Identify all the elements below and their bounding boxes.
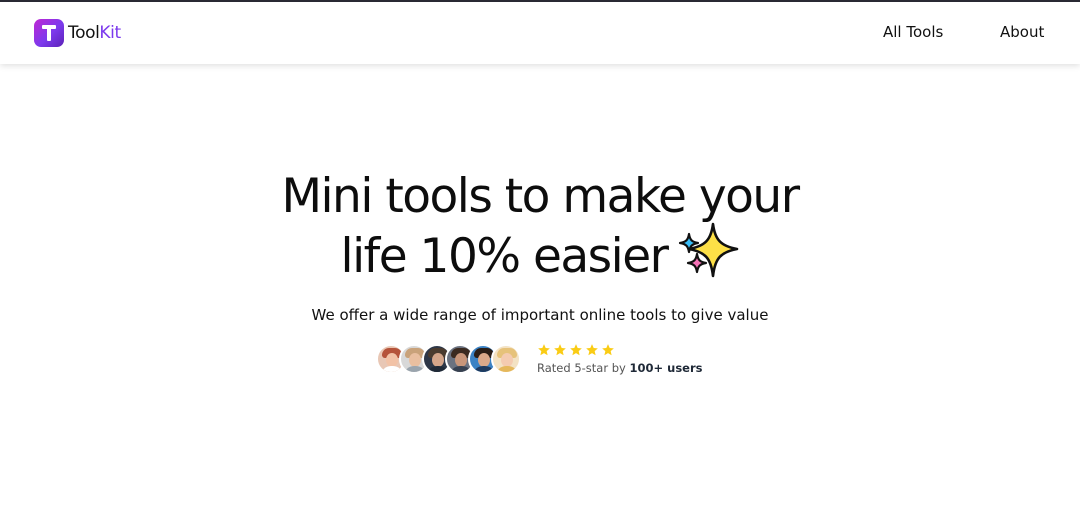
rating-text-prefix: Rated 5-star by bbox=[537, 361, 630, 375]
sparkles-icon bbox=[677, 222, 739, 290]
hero-title-line-2-wrap: life 10% easier bbox=[0, 222, 1080, 290]
star-icon bbox=[554, 344, 566, 356]
social-proof: Rated 5-star by 100+ users bbox=[376, 342, 702, 375]
rating-text-highlight: 100+ users bbox=[629, 361, 703, 375]
star-icon bbox=[602, 344, 614, 356]
five-star-rating bbox=[537, 342, 702, 358]
nav-about-link[interactable]: About bbox=[1000, 23, 1044, 41]
brand-logo-link[interactable]: ToolKit bbox=[34, 19, 121, 47]
user-avatars bbox=[376, 343, 521, 374]
site-header: ToolKit All Tools About bbox=[0, 2, 1080, 64]
star-icon bbox=[570, 344, 582, 356]
rating-text: Rated 5-star by 100+ users bbox=[537, 361, 702, 375]
user-avatar bbox=[491, 343, 521, 374]
brand-name-kit: Kit bbox=[99, 23, 121, 43]
brand-name-tool: Tool bbox=[68, 23, 100, 43]
rating: Rated 5-star by 100+ users bbox=[537, 342, 702, 375]
toolkit-logo-icon bbox=[34, 19, 64, 47]
hero-title: Mini tools to make your life 10% easier bbox=[0, 172, 1080, 290]
star-icon bbox=[538, 344, 550, 356]
star-icon bbox=[586, 344, 598, 356]
hero-title-line-1: Mini tools to make your bbox=[281, 169, 800, 224]
hero-title-line-2: life 10% easier bbox=[340, 229, 669, 284]
nav-all-tools-link[interactable]: All Tools bbox=[883, 23, 943, 41]
brand-name: ToolKit bbox=[68, 23, 121, 43]
hero-subtitle: We offer a wide range of important onlin… bbox=[311, 306, 769, 324]
